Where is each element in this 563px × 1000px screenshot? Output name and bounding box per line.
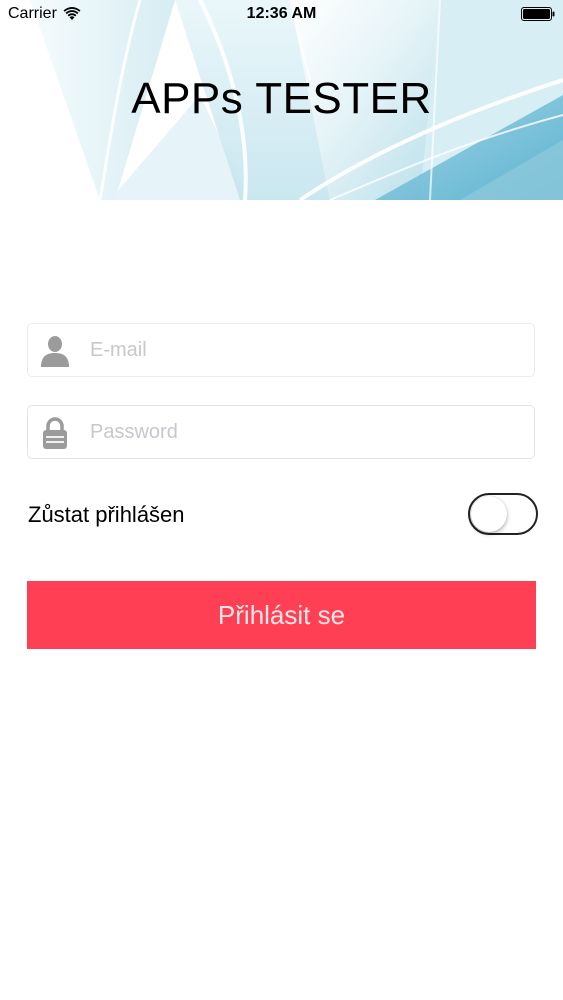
email-field-container[interactable] bbox=[27, 323, 535, 377]
app-title: APPs TESTER bbox=[131, 74, 432, 123]
login-button[interactable]: Přihlásit se bbox=[27, 581, 536, 649]
toggle-knob bbox=[471, 496, 507, 532]
battery-icon bbox=[521, 7, 555, 21]
status-bar: Carrier 12:36 AM bbox=[0, 0, 563, 30]
status-time: 12:36 AM bbox=[246, 5, 317, 22]
remember-me-label: Zůstat přihlášen bbox=[28, 502, 185, 527]
header-banner: Carrier 12:36 AM APPs TESTER bbox=[0, 0, 563, 200]
password-input[interactable] bbox=[90, 406, 520, 458]
remember-me-toggle[interactable] bbox=[468, 493, 538, 535]
email-input[interactable] bbox=[90, 324, 520, 376]
password-field-container[interactable] bbox=[27, 405, 535, 459]
lock-icon bbox=[43, 417, 67, 449]
user-icon bbox=[41, 336, 69, 367]
